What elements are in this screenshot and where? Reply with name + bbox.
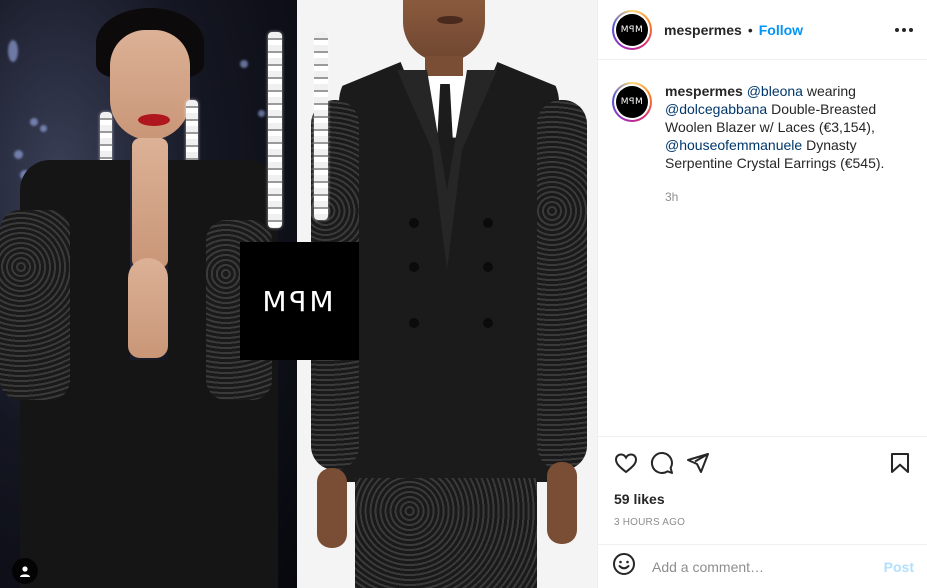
caption-timestamp[interactable]: 3h — [665, 188, 905, 206]
caption-text-segment: wearing — [802, 83, 856, 99]
comment-icon[interactable] — [644, 445, 680, 481]
brand-logo-text: MꟼM — [262, 284, 337, 318]
comment-bar: Post — [598, 544, 927, 588]
likes-count[interactable]: 59 likes — [614, 491, 665, 507]
brand-logo-overlay: MꟼM — [240, 242, 359, 360]
comment-input[interactable] — [652, 558, 872, 575]
avatar-logo: MꟼM — [616, 13, 648, 46]
caption: MꟼM mespermes @bleona wearing @dolcegabb… — [598, 60, 927, 435]
person-tag-icon[interactable] — [12, 558, 38, 584]
caption-avatar-logo: MꟼM — [616, 86, 648, 118]
post-timestamp[interactable]: 3 HOURS AGO — [614, 517, 685, 528]
smiley-icon[interactable] — [612, 552, 636, 581]
heart-icon[interactable] — [608, 445, 644, 481]
bookmark-icon[interactable] — [882, 445, 918, 481]
caption-mention-link[interactable]: @dolcegabbana — [665, 101, 767, 117]
post-header: MꟼM mespermes • Follow — [598, 0, 927, 60]
earring-product-right — [314, 32, 328, 220]
post-comment-button[interactable]: Post — [884, 559, 914, 575]
caption-text: mespermes @bleona wearing @dolcegabbana … — [665, 82, 905, 172]
more-horizontal-icon[interactable] — [895, 22, 913, 38]
caption-body: mespermes @bleona wearing @dolcegabbana … — [665, 82, 905, 435]
caption-mention-link[interactable]: @bleona — [747, 83, 803, 99]
paper-plane-icon[interactable] — [680, 445, 716, 481]
post-media[interactable]: MꟼM — [0, 0, 597, 588]
caption-username[interactable]: mespermes — [665, 83, 743, 99]
post-details-panel: MꟼM mespermes • Follow MꟼM mespermes @bl… — [597, 0, 927, 588]
header-username[interactable]: mespermes — [664, 22, 742, 38]
avatar[interactable]: MꟼM — [612, 9, 652, 50]
earring-product-left — [268, 32, 282, 228]
action-bar — [598, 436, 927, 488]
separator-dot: • — [747, 21, 753, 38]
follow-button[interactable]: Follow — [759, 22, 803, 38]
caption-mention-link[interactable]: @houseofemmanuele — [665, 137, 802, 153]
caption-avatar[interactable]: MꟼM — [612, 82, 652, 122]
